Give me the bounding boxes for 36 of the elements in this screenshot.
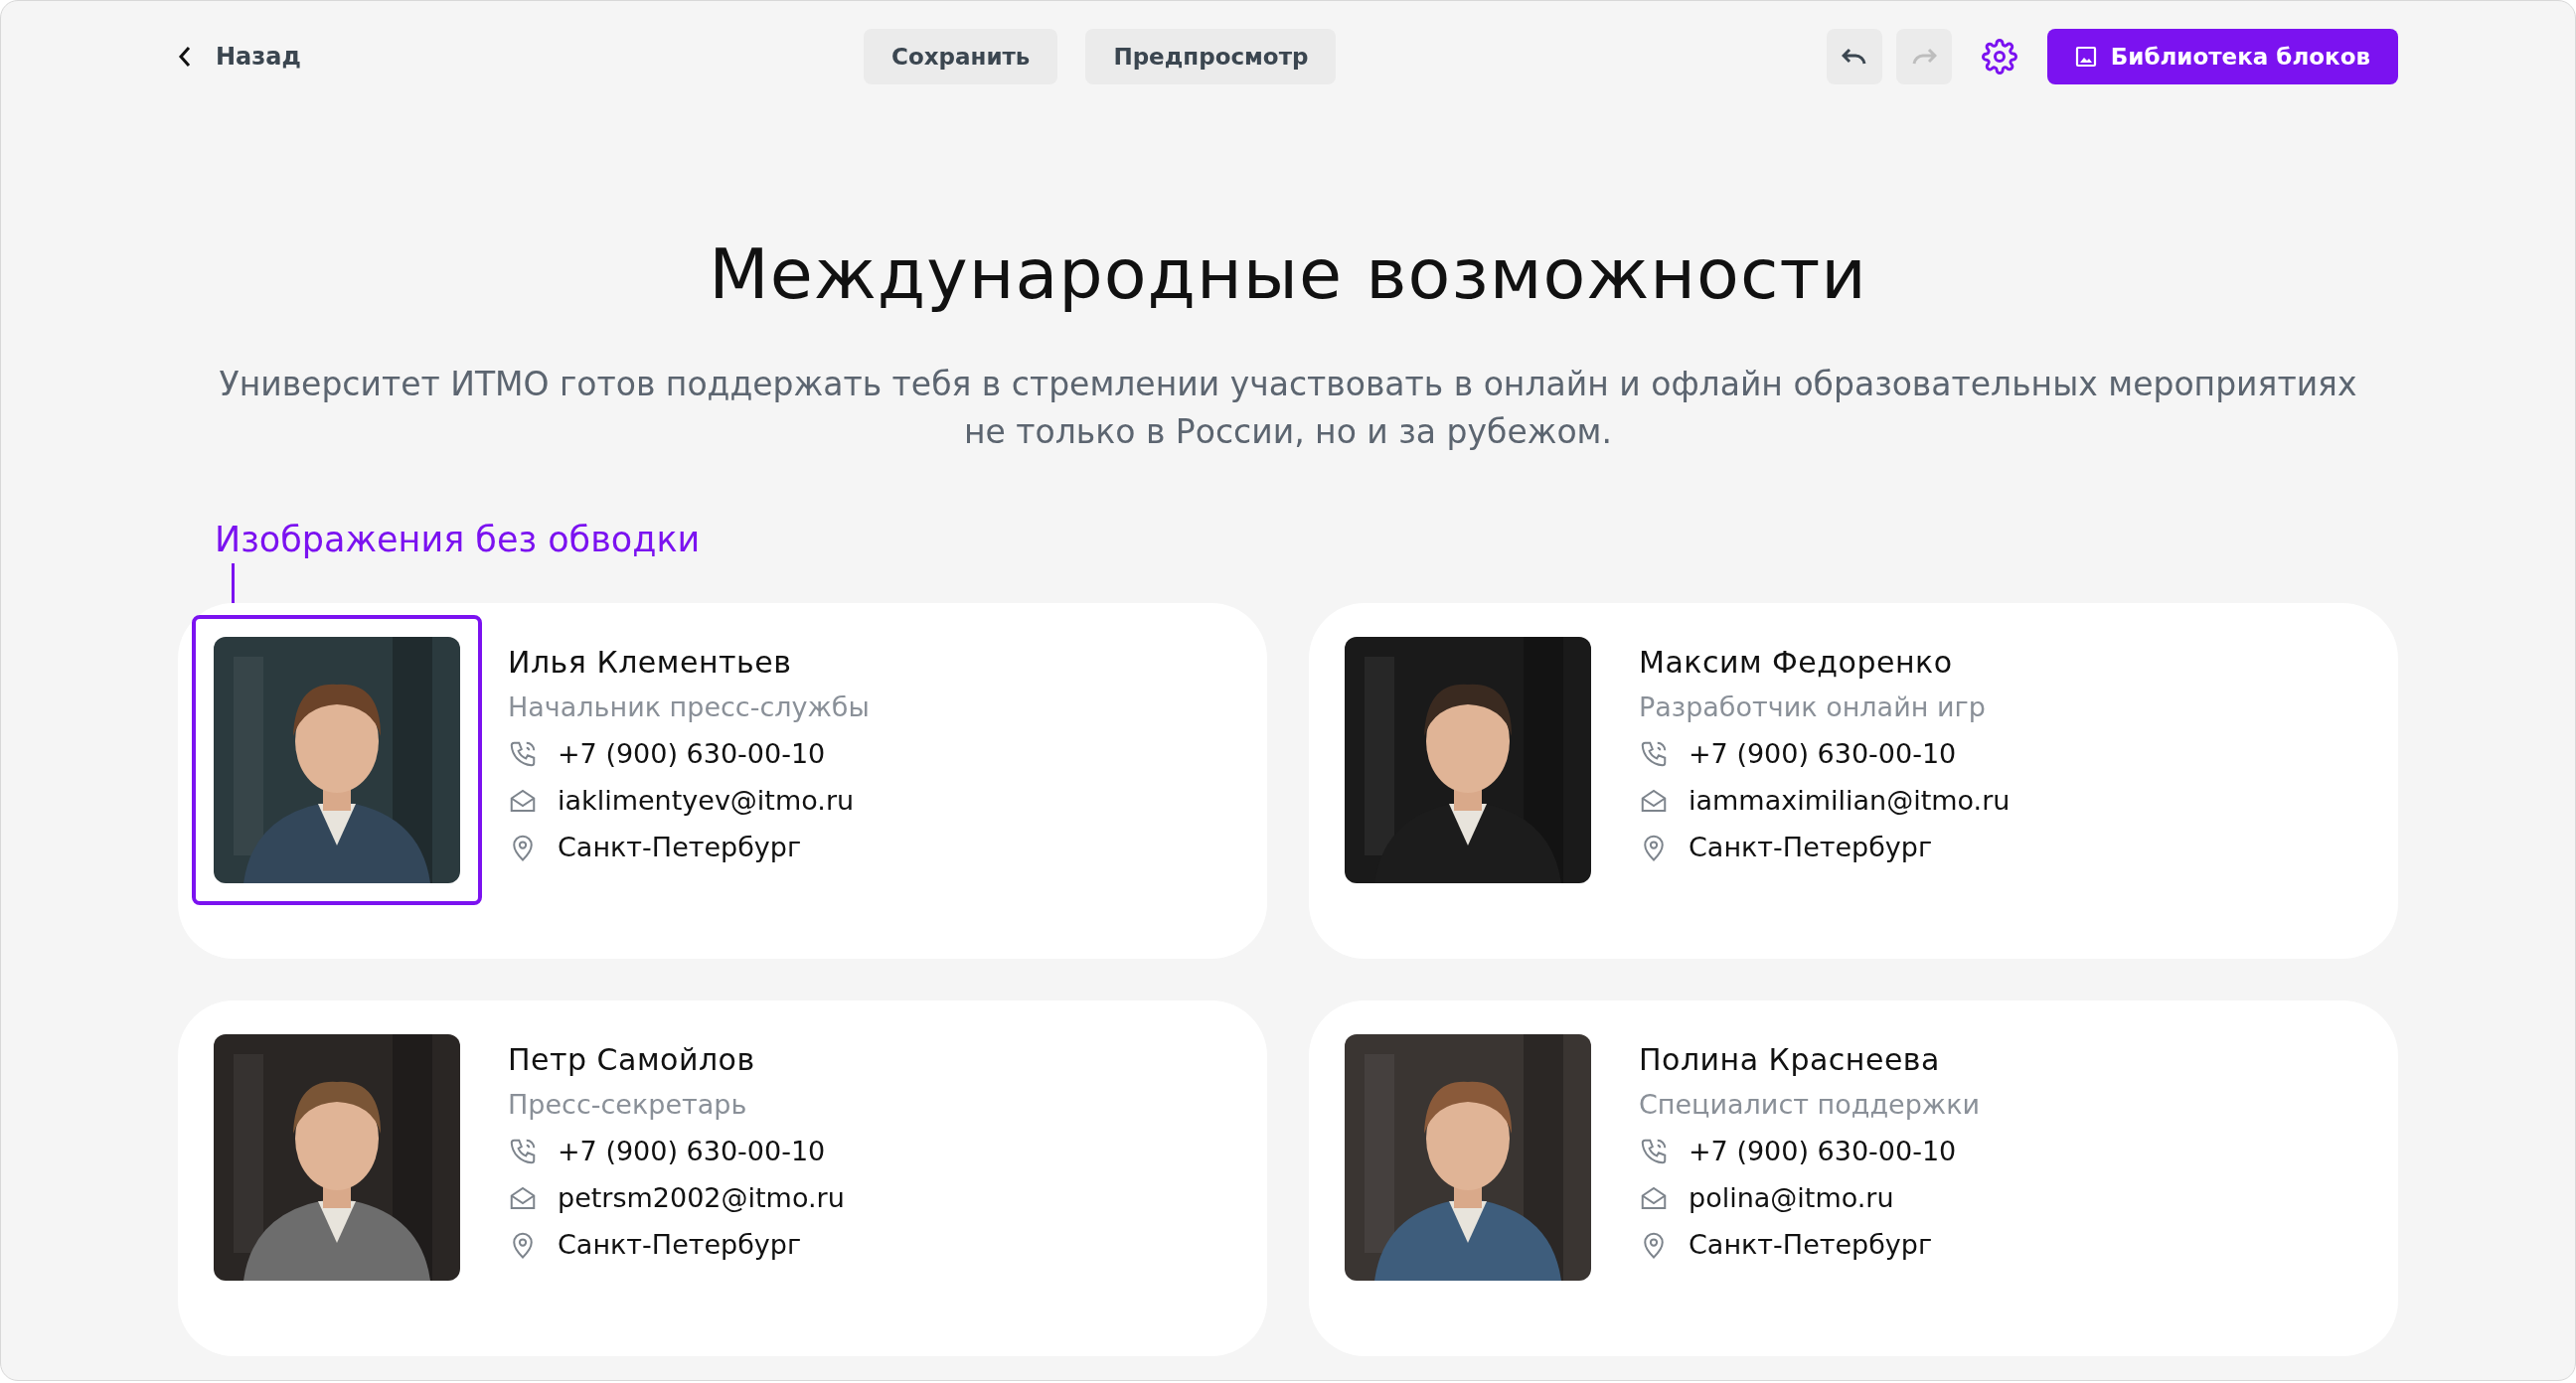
contact-name: Илья Клементьев	[508, 645, 793, 680]
back-link[interactable]: Назад	[178, 43, 864, 71]
photo-frame[interactable]	[192, 615, 482, 905]
email-address: petrsm2002@itmo.ru	[558, 1182, 845, 1213]
undo-button[interactable]	[1826, 29, 1882, 84]
email-address: iammaximilian@itmo.ru	[1689, 785, 2011, 816]
city-name: Санкт-Петербург	[558, 1229, 802, 1260]
chevron-left-icon	[178, 46, 192, 68]
contact-name: Полина Краснеева	[1639, 1042, 1941, 1077]
back-label[interactable]: Назад	[216, 43, 301, 71]
preview-button[interactable]: Предпросмотр	[1085, 29, 1337, 84]
save-button[interactable]: Сохранить	[864, 29, 1058, 84]
contact-role: Разработчик онлайн игр	[1639, 692, 1987, 722]
phone-number: +7 (900) 630-00-10	[558, 1136, 826, 1166]
annotation-label: Изображения без обводки	[215, 520, 702, 559]
image-icon	[2074, 46, 2097, 68]
city-name: Санкт-Петербург	[1689, 832, 1933, 862]
phone-number: +7 (900) 630-00-10	[1689, 738, 1957, 769]
page-title: Международные возможности	[708, 233, 1868, 315]
city-name: Санкт-Петербург	[1689, 1229, 1933, 1260]
annotation-line	[232, 563, 235, 603]
page-description: Университет ИТМО готов поддержать тебя в стремлении участвовать в онлайн и офлайн образовательных мероприятиях не только в России, но и за рубежом.	[218, 364, 2358, 453]
phone-number: +7 (900) 630-00-10	[558, 738, 826, 769]
contact-name: Петр Самойлов	[508, 1042, 756, 1077]
email-address: iaklimentyev@itmo.ru	[558, 785, 855, 816]
phone-number: +7 (900) 630-00-10	[1689, 1136, 1957, 1166]
email-address: polina@itmo.ru	[1689, 1182, 1894, 1213]
contact-role: Специалист поддержки	[1639, 1089, 1980, 1120]
undo-icon	[1841, 48, 1867, 66]
contact-role: Начальник пресс-службы	[508, 692, 870, 722]
block-library-button[interactable]: Библиотека блоков	[2046, 29, 2398, 84]
city-name: Санкт-Петербург	[558, 832, 802, 862]
contact-role: Пресс-секретарь	[508, 1089, 748, 1120]
contact-name: Максим Федоренко	[1639, 645, 1954, 680]
redo-icon	[1910, 48, 1937, 66]
settings-icon	[1981, 39, 2017, 75]
